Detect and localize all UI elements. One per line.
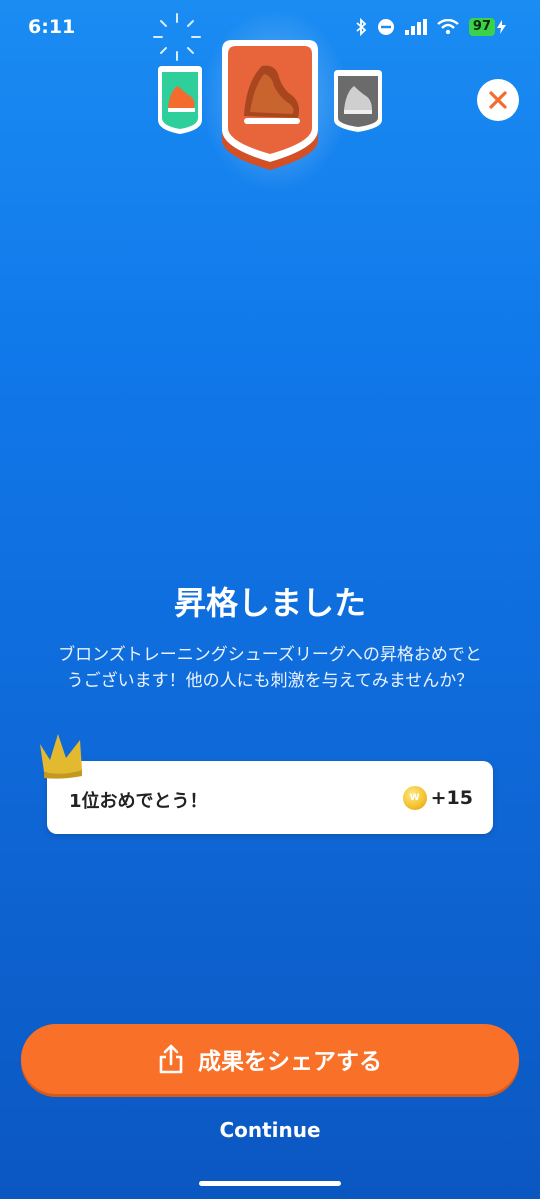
promotion-description: ブロンズトレーニングシューズリーグへの昇格おめでとうございます！他の人にも刺激を…	[58, 645, 482, 691]
signal-icon	[404, 19, 427, 35]
battery-indicator: 97	[468, 18, 506, 36]
league-badges	[158, 40, 382, 170]
reward-card: 1位おめでとう！ W +15	[47, 761, 493, 834]
battery-level: 97	[468, 18, 495, 36]
close-button[interactable]	[477, 79, 519, 121]
crown-icon	[40, 734, 82, 779]
share-button[interactable]: 成果をシェアする	[21, 1024, 519, 1094]
share-button-label: 成果をシェアする	[198, 1049, 382, 1075]
promotion-title: 昇格しました	[173, 584, 366, 622]
green-running-shoe-badge-icon	[158, 66, 202, 134]
wifi-icon	[437, 19, 459, 35]
reward-amount: +15	[430, 787, 473, 809]
status-time: 6:11	[28, 16, 76, 38]
continue-button[interactable]: Continue	[0, 1118, 540, 1142]
close-icon	[489, 91, 507, 109]
bronze-shoe-badge-icon	[222, 40, 318, 170]
coin-icon: W	[402, 786, 427, 810]
charging-bolt-icon	[497, 20, 506, 34]
rank-congrats-text: 1位おめでとう！	[69, 791, 208, 812]
share-icon	[159, 1044, 183, 1074]
gray-shoe-badge-icon	[334, 70, 382, 132]
home-indicator[interactable]	[199, 1181, 341, 1186]
coin-reward: W +15	[402, 786, 473, 810]
